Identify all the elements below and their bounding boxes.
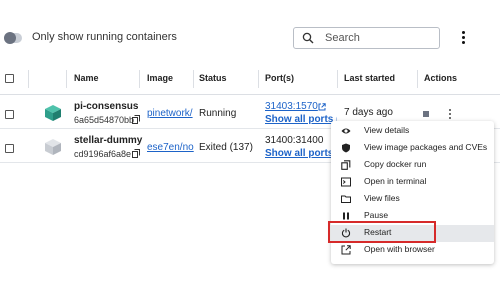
running-only-toggle[interactable] xyxy=(4,32,22,44)
menu-item-view-image-packages[interactable]: View image packages and CVEs xyxy=(331,140,494,157)
header-last-started[interactable]: Last started xyxy=(344,73,395,83)
menu-item-label: Open in terminal xyxy=(364,176,427,186)
port-link[interactable]: 31403:1570 xyxy=(265,101,318,112)
shield-icon xyxy=(342,143,350,153)
pause-icon xyxy=(343,212,349,220)
header-actions: Actions xyxy=(424,73,458,83)
menu-item-open-with-browser[interactable]: Open with browser xyxy=(331,242,494,259)
status-text: Exited (137) xyxy=(199,142,253,153)
copy-icon[interactable] xyxy=(132,149,140,158)
image-link[interactable]: pinetwork/ xyxy=(147,108,195,119)
menu-item-view-files[interactable]: View files xyxy=(331,191,494,208)
port-text[interactable]: 31400:31400 xyxy=(265,135,323,146)
toolbar: Only show running containers Search xyxy=(0,0,500,62)
header-image[interactable]: Image xyxy=(147,73,173,83)
header-status[interactable]: Status xyxy=(199,73,227,83)
show-all-ports-link[interactable]: Show all ports (3) xyxy=(265,148,337,159)
row-more-options-icon[interactable] xyxy=(447,108,453,120)
menu-item-copy-docker-run[interactable]: Copy docker run xyxy=(331,157,494,174)
container-id: cd9196af6a8e xyxy=(74,149,132,159)
table-header: Name Image Status Port(s) Last started A… xyxy=(0,62,500,95)
menu-item-label: View image packages and CVEs xyxy=(364,142,488,152)
header-name[interactable]: Name xyxy=(74,73,99,83)
search-placeholder: Search xyxy=(325,32,360,44)
container-id: 6a65d54870bb xyxy=(74,115,135,125)
search-input[interactable]: Search xyxy=(293,27,440,49)
menu-item-label: View details xyxy=(364,125,410,135)
eye-icon xyxy=(341,128,351,134)
menu-item-label: Copy docker run xyxy=(364,159,427,169)
status-text: Running xyxy=(199,108,237,119)
row-checkbox[interactable] xyxy=(5,110,14,119)
toggle-knob[interactable] xyxy=(4,32,16,44)
select-all-checkbox[interactable] xyxy=(5,74,14,83)
show-all-ports-link[interactable]: Show all ports (3) xyxy=(265,114,337,125)
header-ports[interactable]: Port(s) xyxy=(265,73,294,83)
copy-icon[interactable] xyxy=(132,115,140,124)
toggle-label: Only show running containers xyxy=(32,31,177,43)
folder-icon xyxy=(341,195,351,203)
restart-highlight-annotation xyxy=(328,221,436,243)
search-icon xyxy=(302,32,314,44)
image-link[interactable]: ese7en/no xyxy=(147,142,195,153)
row-checkbox[interactable] xyxy=(5,144,14,153)
menu-item-view-details[interactable]: View details xyxy=(331,123,494,140)
stop-icon[interactable] xyxy=(423,111,429,117)
container-name[interactable]: stellar-dummy xyxy=(74,135,142,146)
menu-item-open-in-terminal[interactable]: Open in terminal xyxy=(331,174,494,191)
menu-item-label: Open with browser xyxy=(364,244,435,254)
terminal-icon xyxy=(341,177,351,187)
menu-item-label: Pause xyxy=(364,210,389,220)
open-external-icon xyxy=(341,245,351,255)
more-options-icon[interactable] xyxy=(458,30,470,46)
container-running-icon xyxy=(45,105,61,121)
open-external-icon[interactable] xyxy=(318,103,326,111)
container-stopped-icon xyxy=(45,139,61,155)
menu-item-label: View files xyxy=(364,193,400,203)
container-name[interactable]: pi-consensus xyxy=(74,101,138,112)
copy-icon xyxy=(341,160,351,170)
last-started-text: 7 days ago xyxy=(344,107,393,118)
